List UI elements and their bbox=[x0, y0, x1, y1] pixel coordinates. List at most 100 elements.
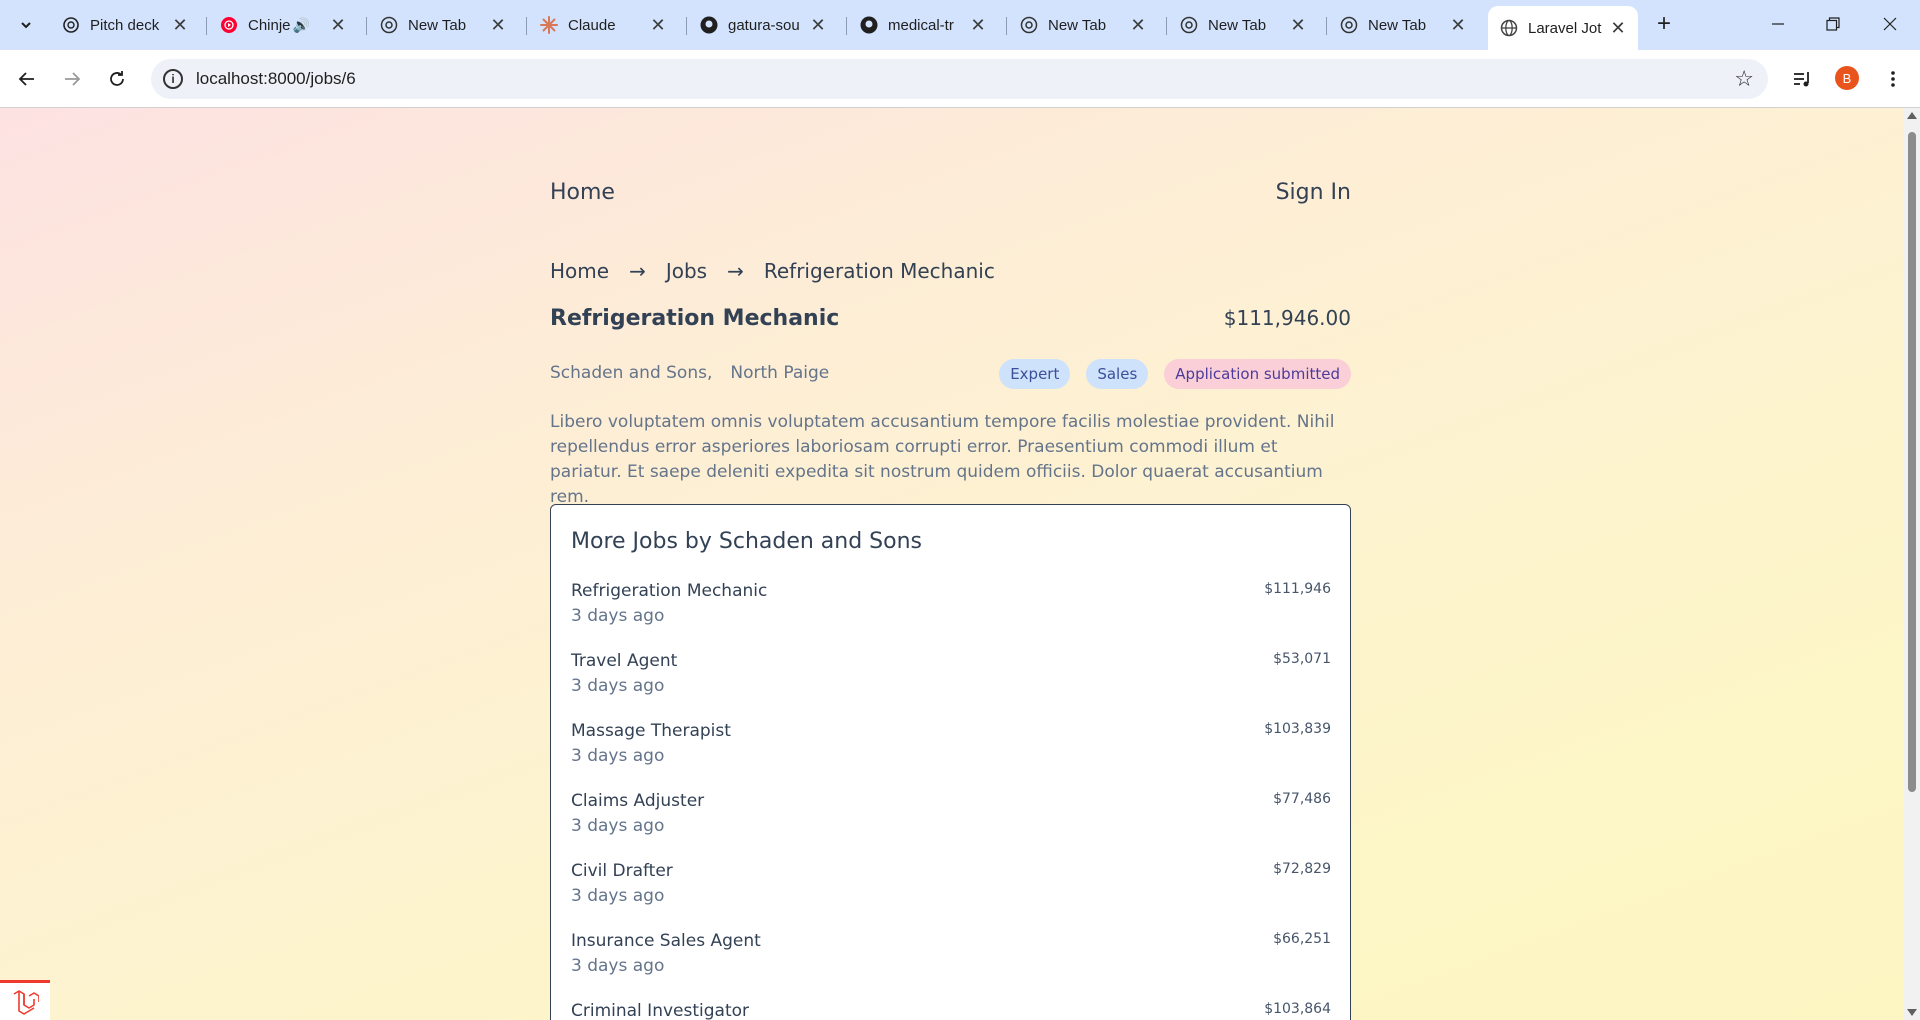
breadcrumb-home[interactable]: Home bbox=[550, 259, 609, 283]
nav-home-link[interactable]: Home bbox=[550, 180, 615, 205]
tab-new-tab-3[interactable]: New Tab ✕ bbox=[1168, 6, 1318, 44]
close-icon[interactable]: ✕ bbox=[170, 15, 190, 35]
tab-title: Claude bbox=[568, 16, 616, 34]
scrollbar-thumb[interactable] bbox=[1908, 132, 1916, 792]
job-row-title[interactable]: Massage Therapist bbox=[571, 721, 731, 741]
close-icon[interactable]: ✕ bbox=[1448, 15, 1468, 35]
restore-button[interactable] bbox=[1813, 8, 1853, 40]
job-row-title[interactable]: Travel Agent bbox=[571, 651, 677, 671]
job-row-title[interactable]: Civil Drafter bbox=[571, 861, 673, 881]
job-row-salary: $77,486 bbox=[1273, 791, 1331, 807]
list-item[interactable]: Massage Therapist 3 days ago $103,839 bbox=[571, 721, 1331, 781]
tab-title: New Tab bbox=[1208, 16, 1267, 34]
close-window-button[interactable] bbox=[1870, 8, 1910, 40]
job-row-time: 3 days ago bbox=[571, 816, 665, 836]
openai-icon bbox=[62, 16, 80, 34]
claude-icon bbox=[540, 16, 558, 34]
job-row-time: 3 days ago bbox=[571, 676, 665, 696]
chrome-icon bbox=[1020, 16, 1038, 34]
list-item[interactable]: Travel Agent 3 days ago $53,071 bbox=[571, 651, 1331, 711]
tab-strip: Pitch deck ✕ Chinje 🔊 ✕ New Tab ✕ Claude… bbox=[0, 0, 1920, 50]
address-bar[interactable]: i localhost:8000/jobs/6 ☆ bbox=[151, 59, 1768, 99]
media-controls-icon[interactable] bbox=[1786, 62, 1820, 96]
site-info-icon[interactable]: i bbox=[163, 69, 183, 89]
tab-new-tab-2[interactable]: New Tab ✕ bbox=[1008, 6, 1158, 44]
url-text[interactable]: localhost:8000/jobs/6 bbox=[196, 69, 356, 89]
tab-pitch-deck[interactable]: Pitch deck ✕ bbox=[50, 6, 200, 44]
close-icon bbox=[1883, 17, 1897, 31]
minimize-icon bbox=[1772, 23, 1784, 25]
tab-medical-tr[interactable]: medical-tr ✕ bbox=[848, 6, 998, 44]
tab-gatura-sou[interactable]: gatura-sou ✕ bbox=[688, 6, 838, 44]
close-icon[interactable]: ✕ bbox=[808, 15, 828, 35]
tag-badge[interactable]: Sales bbox=[1086, 359, 1149, 389]
more-menu-icon[interactable] bbox=[1876, 62, 1910, 96]
close-icon[interactable]: ✕ bbox=[328, 15, 348, 35]
tab-title: New Tab bbox=[1368, 16, 1427, 34]
speaker-icon[interactable]: 🔊 bbox=[293, 17, 310, 34]
tab-title: Chinje bbox=[248, 16, 291, 34]
close-icon[interactable]: ✕ bbox=[968, 15, 988, 35]
back-button[interactable] bbox=[10, 62, 44, 96]
laravel-debug-badge[interactable] bbox=[0, 980, 50, 1020]
tab-claude[interactable]: Claude ✕ bbox=[528, 6, 678, 44]
tab-title: gatura-sou bbox=[728, 16, 800, 34]
list-item[interactable]: Refrigeration Mechanic 3 days ago $111,9… bbox=[571, 581, 1331, 641]
job-row-time: 3 days ago bbox=[571, 956, 665, 976]
reload-button[interactable] bbox=[100, 62, 134, 96]
job-meta: Schaden and Sons, North Paige bbox=[550, 363, 829, 383]
tab-title: Laravel Jot bbox=[1528, 19, 1602, 37]
job-description: Libero voluptatem omnis voluptatem accus… bbox=[550, 412, 1335, 507]
list-item[interactable]: Insurance Sales Agent 3 days ago $66,251 bbox=[571, 931, 1331, 991]
job-row-salary: $111,946 bbox=[1264, 581, 1331, 597]
github-icon bbox=[700, 16, 718, 34]
tab-title: Pitch deck bbox=[90, 16, 160, 34]
youtube-music-icon bbox=[220, 16, 238, 34]
tab-chinje[interactable]: Chinje 🔊 ✕ bbox=[208, 6, 358, 44]
job-row-salary: $66,251 bbox=[1273, 931, 1331, 947]
forward-button[interactable] bbox=[55, 62, 89, 96]
employer-name: Schaden and Sons, bbox=[550, 363, 713, 383]
job-row-title[interactable]: Refrigeration Mechanic bbox=[571, 581, 767, 601]
list-item[interactable]: Claims Adjuster 3 days ago $77,486 bbox=[571, 791, 1331, 851]
chrome-icon bbox=[1340, 16, 1358, 34]
profile-avatar[interactable]: B bbox=[1835, 66, 1859, 90]
list-item[interactable]: Criminal Investigator $103,864 bbox=[571, 1001, 1331, 1020]
tab-title: New Tab bbox=[408, 16, 467, 34]
tab-new-tab-1[interactable]: New Tab ✕ bbox=[368, 6, 518, 44]
chevron-down-icon bbox=[21, 22, 31, 29]
tab-search-button[interactable] bbox=[10, 9, 42, 41]
close-icon[interactable]: ✕ bbox=[648, 15, 668, 35]
breadcrumb-jobs[interactable]: Jobs bbox=[666, 259, 707, 283]
bookmark-star-icon[interactable]: ☆ bbox=[1734, 66, 1754, 92]
top-nav: Home Sign In bbox=[550, 180, 1351, 210]
page-title: Refrigeration Mechanic bbox=[550, 306, 840, 331]
tag-badge[interactable]: Expert bbox=[999, 359, 1071, 389]
breadcrumb-current: Refrigeration Mechanic bbox=[763, 259, 995, 283]
arrow-left-icon bbox=[18, 72, 34, 86]
close-icon[interactable]: ✕ bbox=[1128, 15, 1148, 35]
breadcrumb: Home → Jobs → Refrigeration Mechanic bbox=[550, 256, 995, 286]
tab-laravel-jobs[interactable]: Laravel Jot ✕ bbox=[1488, 6, 1638, 50]
scroll-down-icon[interactable] bbox=[1907, 1009, 1917, 1016]
close-icon[interactable]: ✕ bbox=[488, 15, 508, 35]
job-row-title[interactable]: Criminal Investigator bbox=[571, 1001, 749, 1020]
status-badge: Application submitted bbox=[1164, 359, 1351, 389]
job-row-title[interactable]: Insurance Sales Agent bbox=[571, 931, 761, 951]
job-tags: Expert Sales Application submitted bbox=[999, 359, 1351, 389]
restore-icon bbox=[1826, 17, 1840, 31]
job-location: North Paige bbox=[730, 363, 830, 383]
sign-in-link[interactable]: Sign In bbox=[1276, 180, 1351, 205]
scroll-up-icon[interactable] bbox=[1907, 112, 1917, 119]
minimize-button[interactable] bbox=[1758, 8, 1798, 40]
arrow-right-icon: → bbox=[629, 259, 646, 283]
job-row-title[interactable]: Claims Adjuster bbox=[571, 791, 704, 811]
new-tab-button[interactable]: + bbox=[1650, 10, 1678, 38]
close-icon[interactable]: ✕ bbox=[1288, 15, 1308, 35]
tab-new-tab-4[interactable]: New Tab ✕ bbox=[1328, 6, 1478, 44]
reload-icon bbox=[110, 71, 124, 86]
close-icon[interactable]: ✕ bbox=[1608, 18, 1628, 38]
page-viewport: Home Sign In Home → Jobs → Refrigeration… bbox=[0, 108, 1904, 1020]
page-scrollbar[interactable] bbox=[1904, 108, 1920, 1020]
list-item[interactable]: Civil Drafter 3 days ago $72,829 bbox=[571, 861, 1331, 921]
